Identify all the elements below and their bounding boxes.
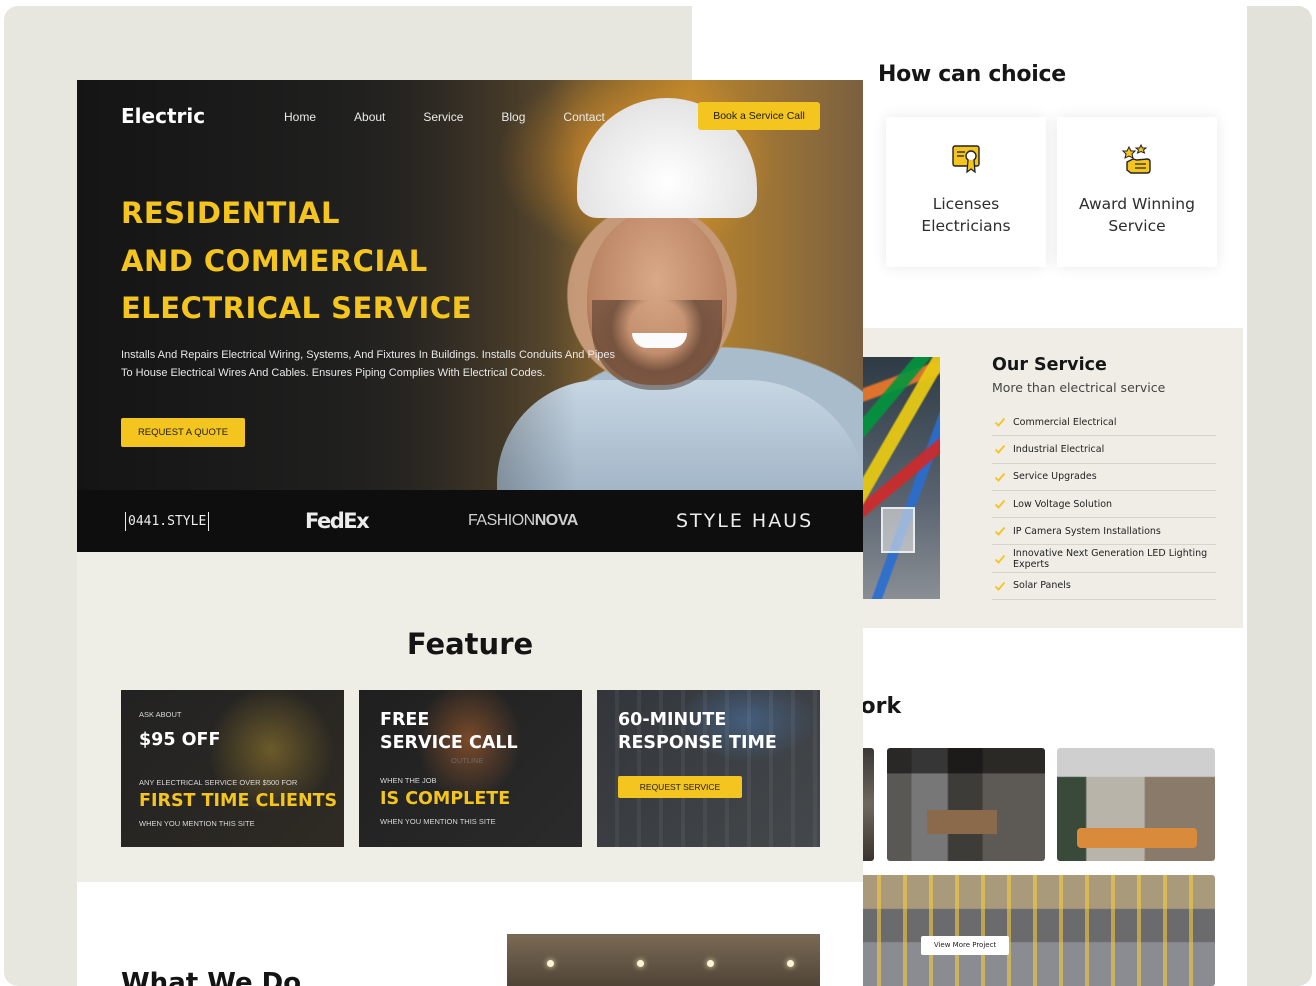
brand-logo-stylehaus: STYLE HAUS (676, 510, 814, 532)
feature-card-free-service[interactable]: FREE SERVICE CALL OUTLINE WHEN THE JOB I… (359, 690, 582, 847)
check-icon (994, 527, 1006, 537)
service-subtitle: More than electrical service (992, 380, 1166, 395)
card-small: WHEN THE JOB (380, 776, 437, 785)
service-item-label: Solar Panels (1013, 580, 1071, 592)
card-small: ANY ELECTRICAL SERVICE OVER $500 FOR (139, 778, 298, 787)
project-image-warehouse[interactable] (855, 875, 1215, 986)
what-we-do-title: What We Do (121, 968, 302, 986)
service-item-label: Commercial Electrical (1013, 416, 1117, 428)
nav-service[interactable]: Service (423, 110, 463, 124)
feature-card-response-time[interactable]: 60-MINUTE RESPONSE TIME REQUEST SERVICE (597, 690, 820, 847)
check-icon (994, 581, 1006, 591)
view-more-project-button[interactable]: View More Project (921, 936, 1009, 955)
choice-label: Award Winning Service (1079, 195, 1195, 235)
feature-card-discount[interactable]: ASK ABOUT $95 OFF ANY ELECTRICAL SERVICE… (121, 690, 344, 847)
brand-text: FASHION (468, 512, 535, 529)
project-image[interactable] (1057, 748, 1215, 861)
service-item: Commercial Electrical (992, 409, 1216, 437)
brand-logo-fashionnova: FASHION NOVA (468, 490, 578, 552)
service-item: Solar Panels (992, 573, 1216, 601)
brand-text: 0441.STYLE (125, 511, 210, 531)
choice-title: How can choice (878, 62, 1066, 87)
check-icon (994, 418, 1006, 427)
service-item: Low Voltage Solution (992, 491, 1216, 519)
card-foot: WHEN YOU MENTION THIS SITE (139, 819, 255, 828)
service-item: Industrial Electrical (992, 436, 1216, 464)
request-service-button[interactable]: REQUEST SERVICE (618, 776, 742, 798)
service-item: Service Upgrades (992, 464, 1216, 491)
nav-blog[interactable]: Blog (501, 110, 525, 124)
service-item-label: Low Voltage Solution (1013, 498, 1113, 510)
nav-about[interactable]: About (354, 110, 385, 124)
card-line1: 60-MINUTE (618, 710, 727, 730)
card-highlight: FIRST TIME CLIENTS (139, 791, 338, 811)
card-ask: ASK ABOUT (139, 710, 182, 719)
card-line1: FREE (380, 710, 430, 730)
nav-home[interactable]: Home (284, 110, 316, 124)
cables-image (855, 357, 940, 599)
site-logo[interactable]: Electric (121, 104, 205, 128)
hero-section: Electric Home About Service Blog Contact… (77, 80, 863, 490)
nav-contact[interactable]: Contact (563, 110, 604, 124)
hero-title: RESIDENTIAL AND COMMERCIAL ELECTRICAL SE… (121, 190, 472, 333)
certificate-icon (952, 145, 980, 174)
brand-logos-bar: 0441.STYLE FedEx FASHION NOVA STYLE HAUS (77, 490, 863, 552)
brand-logo-0441: 0441.STYLE (125, 490, 210, 552)
request-quote-button[interactable]: REQUEST A QUOTE (121, 418, 245, 447)
feature-section: Feature ASK ABOUT $95 OFF ANY ELECTRICAL… (77, 552, 863, 882)
check-icon (994, 499, 1006, 509)
service-item: Innovative Next Generation LED Lighting … (992, 545, 1216, 573)
check-icon (994, 472, 1006, 482)
hero-title-line: ELECTRICAL SERVICE (121, 291, 472, 325)
choice-card-award: Award Winning Service (1057, 117, 1217, 267)
main-page: Electric Home About Service Blog Contact… (77, 80, 863, 986)
check-icon (994, 554, 1006, 564)
project-image[interactable] (887, 748, 1045, 861)
service-title: Our Service (992, 355, 1107, 375)
book-service-call-button[interactable]: Book a Service Call (698, 102, 820, 130)
service-item-label: Innovative Next Generation LED Lighting … (1013, 547, 1208, 570)
brand-logo-fedex: FedEx (305, 509, 370, 533)
service-item-label: Industrial Electrical (1013, 443, 1105, 455)
brand-text: NOVA (534, 512, 579, 529)
feature-title: Feature (406, 627, 534, 661)
service-list: Commercial Electrical Industrial Electri… (992, 409, 1216, 601)
service-item-label: IP Camera System Installations (1013, 525, 1161, 537)
hero-description: Installs And Repairs Electrical Wiring, … (121, 349, 615, 379)
service-item: IP Camera System Installations (992, 518, 1216, 546)
work-title: Work (855, 694, 915, 719)
hero-photo-smile (632, 333, 687, 348)
card-big: $95 OFF (139, 730, 221, 750)
frame-edge (1247, 6, 1312, 986)
card-highlight: IS COMPLETE (380, 789, 511, 809)
check-icon (994, 445, 1006, 455)
award-hand-icon (1121, 143, 1151, 174)
choice-label: Licenses Electricians (921, 195, 1011, 235)
hero-title-line: AND COMMERCIAL (121, 243, 428, 278)
card-line2: RESPONSE TIME (618, 733, 777, 753)
card-line2: SERVICE CALL (380, 733, 518, 753)
what-we-do-image (507, 934, 820, 986)
service-item-label: Service Upgrades (1013, 471, 1097, 483)
card-foot: WHEN YOU MENTION THIS SITE (380, 817, 496, 826)
choice-card-licenses: Licenses Electricians (886, 117, 1046, 267)
main-nav: Home About Service Blog Contact (284, 110, 643, 124)
card-outline: OUTLINE (451, 756, 484, 765)
hero-title-line: RESIDENTIAL (121, 196, 340, 230)
